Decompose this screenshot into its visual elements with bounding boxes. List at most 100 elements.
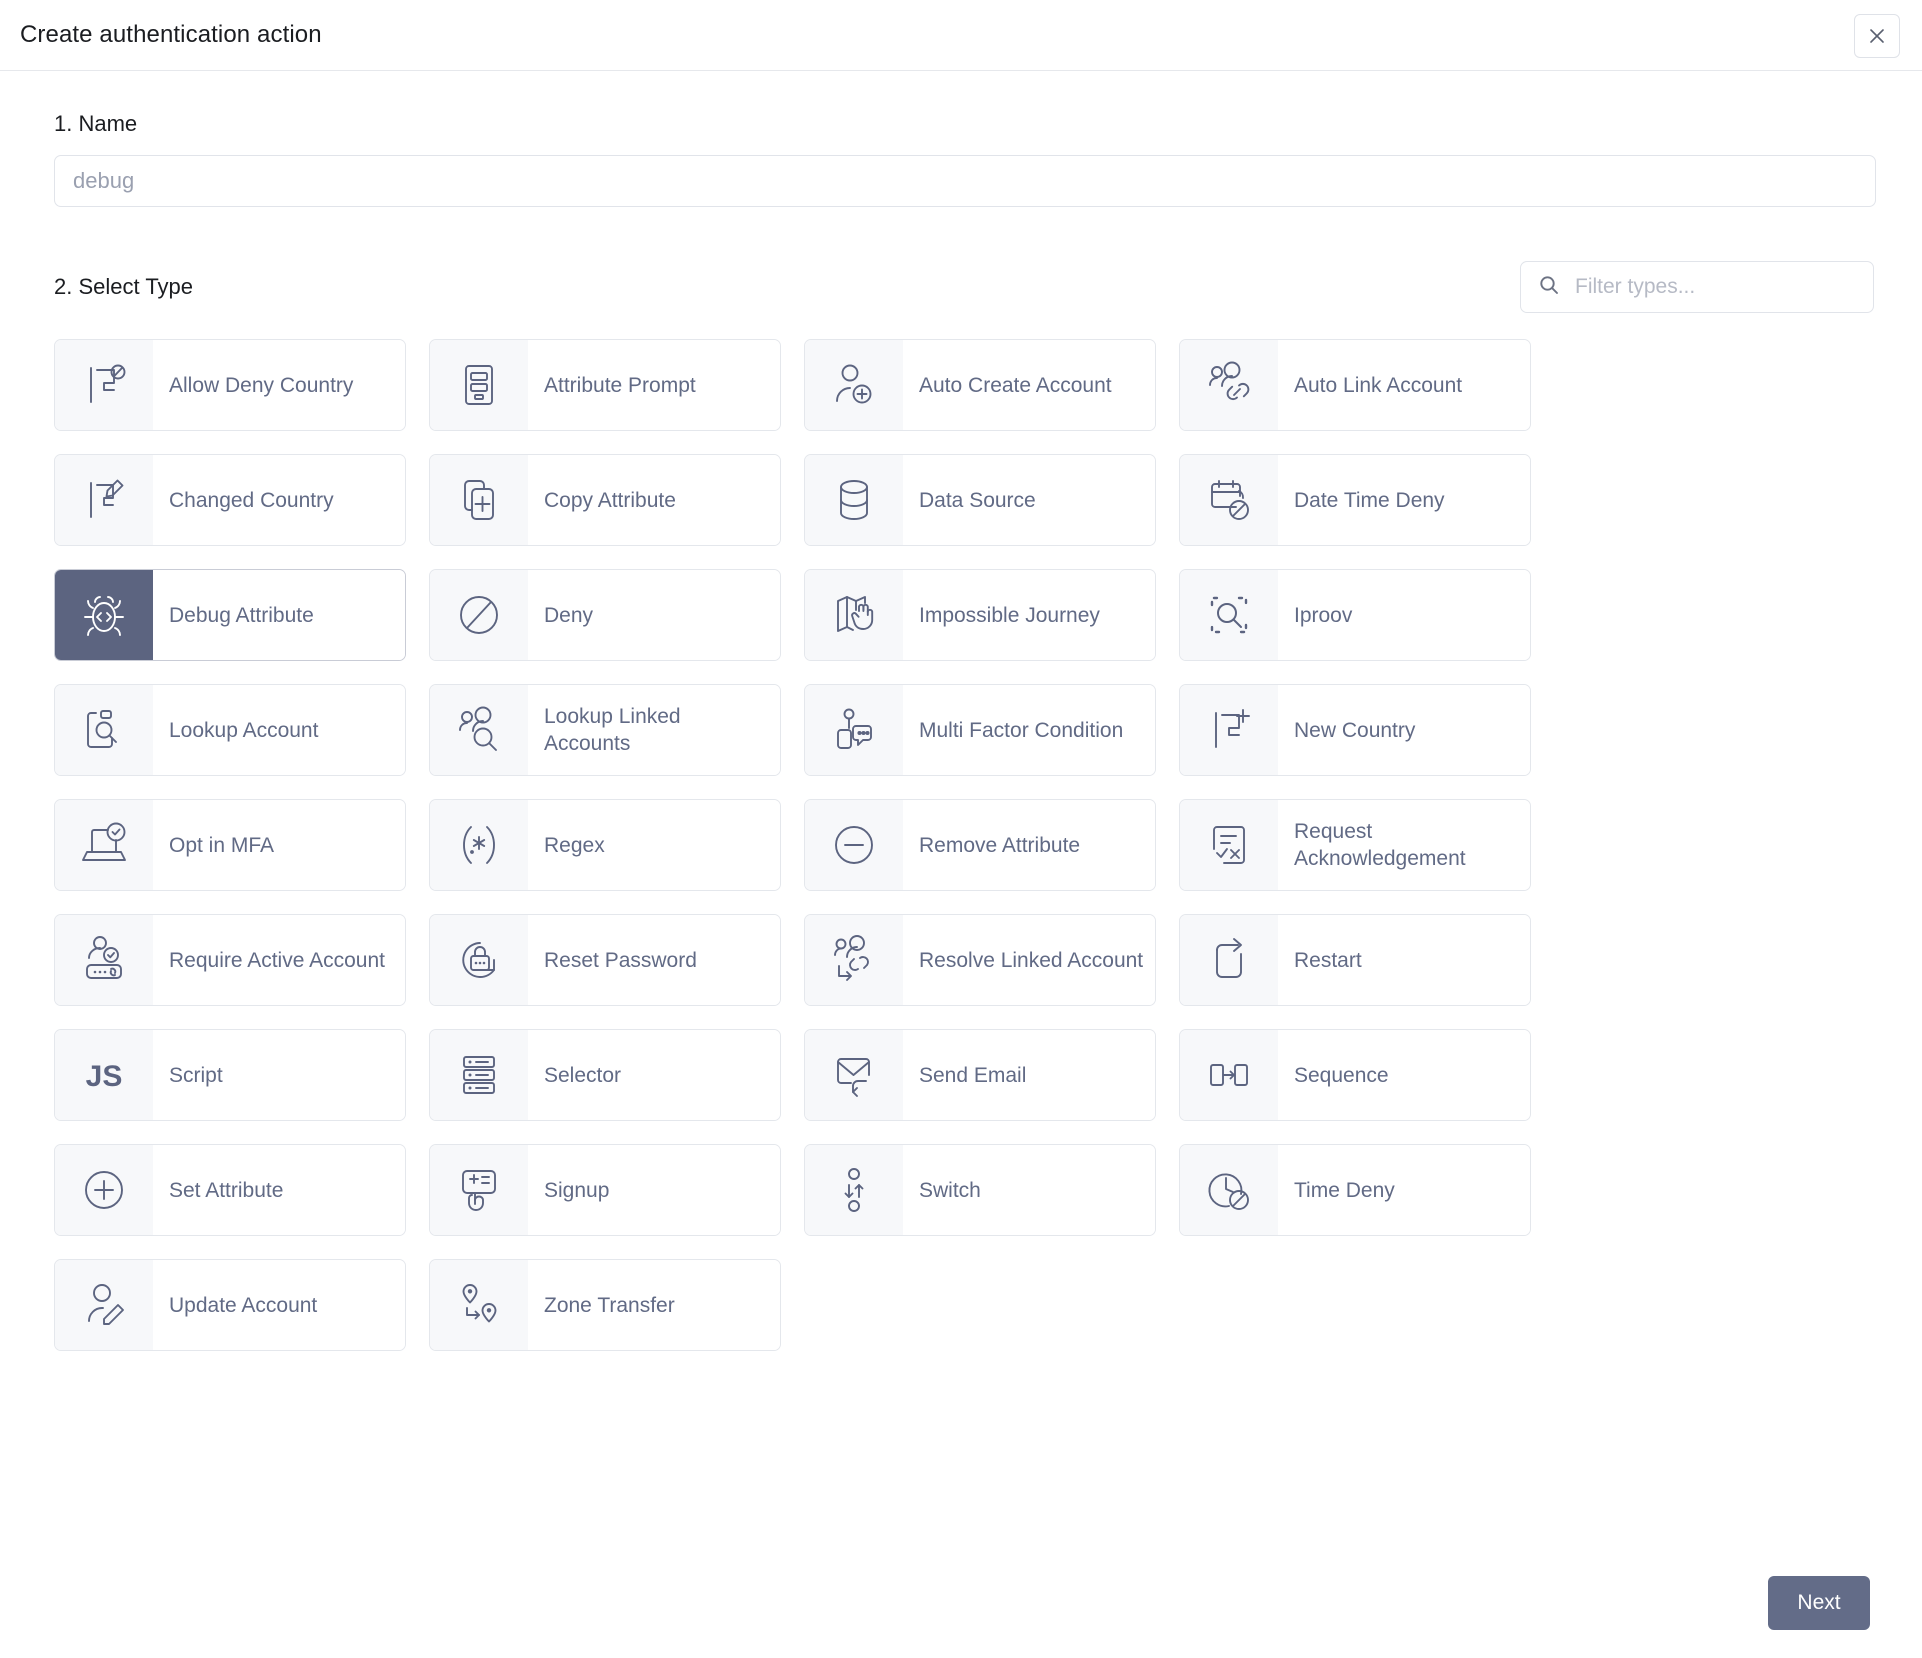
type-card-debug-attribute[interactable]: Debug Attribute <box>54 569 406 661</box>
type-card-label: Require Active Account <box>153 915 405 1005</box>
name-input[interactable] <box>54 155 1876 207</box>
next-button[interactable]: Next <box>1768 1576 1870 1630</box>
type-card-date-time-deny[interactable]: Date Time Deny <box>1179 454 1531 546</box>
device-chat-icon <box>805 685 903 775</box>
type-card-allow-deny-country[interactable]: Allow Deny Country <box>54 339 406 431</box>
type-card-label: Set Attribute <box>153 1145 405 1235</box>
type-card-switch[interactable]: Switch <box>804 1144 1156 1236</box>
restart-icon <box>1180 915 1278 1005</box>
type-card-label: Lookup Account <box>153 685 405 775</box>
users-link-icon <box>1180 340 1278 430</box>
type-card-label: Allow Deny Country <box>153 340 405 430</box>
type-card-label: Copy Attribute <box>528 455 780 545</box>
type-card-impossible-journey[interactable]: Impossible Journey <box>804 569 1156 661</box>
type-card-attribute-prompt[interactable]: Attribute Prompt <box>429 339 781 431</box>
type-card-label: Signup <box>528 1145 780 1235</box>
zone-transfer-icon <box>430 1260 528 1350</box>
type-card-new-country[interactable]: New Country <box>1179 684 1531 776</box>
map-hand-icon <box>805 570 903 660</box>
type-card-label: Script <box>153 1030 405 1120</box>
deny-circle-icon <box>430 570 528 660</box>
type-card-set-attribute[interactable]: Set Attribute <box>54 1144 406 1236</box>
send-email-icon <box>805 1030 903 1120</box>
name-section-label: 1. Name <box>54 111 138 136</box>
js-icon: JS <box>55 1030 153 1120</box>
selector-rows-icon <box>430 1030 528 1120</box>
regex-icon <box>430 800 528 890</box>
signup-tap-icon <box>430 1145 528 1235</box>
type-card-label: Request Acknowledgement <box>1278 800 1530 890</box>
search-icon <box>1537 273 1573 302</box>
close-button[interactable] <box>1854 14 1900 58</box>
doc-checkx-icon <box>1180 800 1278 890</box>
lock-reset-icon <box>430 915 528 1005</box>
type-card-changed-country[interactable]: Changed Country <box>54 454 406 546</box>
type-card-restart[interactable]: Restart <box>1179 914 1531 1006</box>
type-card-sequence[interactable]: Sequence <box>1179 1029 1531 1121</box>
type-card-require-active-account[interactable]: Require Active Account <box>54 914 406 1006</box>
type-card-multi-factor-condition[interactable]: Multi Factor Condition <box>804 684 1156 776</box>
type-card-label: Reset Password <box>528 915 780 1005</box>
type-card-reset-password[interactable]: Reset Password <box>429 914 781 1006</box>
scan-search-icon <box>1180 570 1278 660</box>
type-card-label: New Country <box>1278 685 1530 775</box>
clock-deny-icon <box>1180 1145 1278 1235</box>
create-authentication-action-dialog: Create authentication action 1. Name 2. … <box>0 0 1922 1658</box>
type-card-auto-create-account[interactable]: Auto Create Account <box>804 339 1156 431</box>
dialog-body: 1. Name 2. Select Type Allow Deny Countr… <box>0 71 1922 1351</box>
users-resolve-icon <box>805 915 903 1005</box>
dialog-footer: Next <box>0 1548 1922 1658</box>
flag-deny-icon <box>55 340 153 430</box>
type-card-label: Impossible Journey <box>903 570 1155 660</box>
type-card-copy-attribute[interactable]: Copy Attribute <box>429 454 781 546</box>
type-card-data-source[interactable]: Data Source <box>804 454 1156 546</box>
type-card-lookup-linked-accounts[interactable]: Lookup Linked Accounts <box>429 684 781 776</box>
type-card-label: Time Deny <box>1278 1145 1530 1235</box>
card-search-icon <box>55 685 153 775</box>
filter-types-field[interactable] <box>1520 261 1874 313</box>
calendar-deny-icon <box>1180 455 1278 545</box>
type-card-label: Remove Attribute <box>903 800 1155 890</box>
type-card-lookup-account[interactable]: Lookup Account <box>54 684 406 776</box>
type-card-label: Deny <box>528 570 780 660</box>
type-card-label: Sequence <box>1278 1030 1530 1120</box>
filter-types-input[interactable] <box>1573 274 1861 300</box>
select-type-section-label: 2. Select Type <box>54 274 194 299</box>
minus-circle-icon <box>805 800 903 890</box>
type-card-label: Auto Link Account <box>1278 340 1530 430</box>
type-card-opt-in-mfa[interactable]: Opt in MFA <box>54 799 406 891</box>
svg-text:JS: JS <box>86 1060 123 1093</box>
type-card-script[interactable]: JS Script <box>54 1029 406 1121</box>
page-title: Create authentication action <box>20 21 322 48</box>
type-card-regex[interactable]: Regex <box>429 799 781 891</box>
type-card-resolve-linked-account[interactable]: Resolve Linked Account <box>804 914 1156 1006</box>
select-type-header-row: 2. Select Type <box>54 259 1874 315</box>
type-card-label: Data Source <box>903 455 1155 545</box>
type-card-label: Date Time Deny <box>1278 455 1530 545</box>
type-card-request-acknowledgement[interactable]: Request Acknowledgement <box>1179 799 1531 891</box>
type-card-time-deny[interactable]: Time Deny <box>1179 1144 1531 1236</box>
type-card-label: Selector <box>528 1030 780 1120</box>
flag-plus-icon <box>1180 685 1278 775</box>
switch-arrows-icon <box>805 1145 903 1235</box>
type-card-iproov[interactable]: Iproov <box>1179 569 1531 661</box>
type-card-label: Update Account <box>153 1260 405 1350</box>
type-card-remove-attribute[interactable]: Remove Attribute <box>804 799 1156 891</box>
type-card-grid: Allow Deny Country Attribute Prompt Auto C… <box>54 339 1874 1351</box>
type-card-deny[interactable]: Deny <box>429 569 781 661</box>
copy-plus-icon <box>430 455 528 545</box>
type-card-label: Changed Country <box>153 455 405 545</box>
users-search-icon <box>430 685 528 775</box>
user-plus-icon <box>805 340 903 430</box>
type-card-signup[interactable]: Signup <box>429 1144 781 1236</box>
dialog-header: Create authentication action <box>0 0 1922 71</box>
type-card-update-account[interactable]: Update Account <box>54 1259 406 1351</box>
form-list-icon <box>430 340 528 430</box>
plus-circle-icon <box>55 1145 153 1235</box>
type-card-auto-link-account[interactable]: Auto Link Account <box>1179 339 1531 431</box>
type-card-label: Debug Attribute <box>153 570 405 660</box>
type-card-label: Restart <box>1278 915 1530 1005</box>
type-card-send-email[interactable]: Send Email <box>804 1029 1156 1121</box>
type-card-zone-transfer[interactable]: Zone Transfer <box>429 1259 781 1351</box>
type-card-selector[interactable]: Selector <box>429 1029 781 1121</box>
